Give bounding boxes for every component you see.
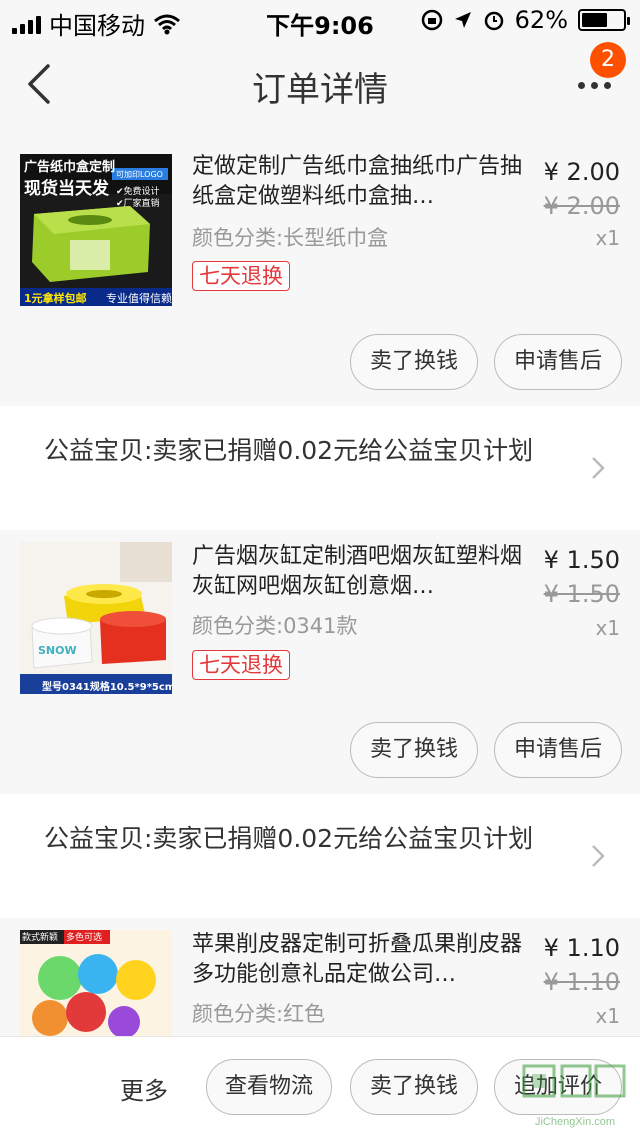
order-item[interactable]: 广告纸巾盒定制 现货当天发 可加印LOGO ✔免费设计 ✔厂家直销 1元拿样包邮…: [0, 128, 640, 406]
thumb-side3: ✔厂家直销: [116, 199, 160, 209]
thumb-tag2: 多色可选: [66, 933, 103, 943]
product-price: ¥ 1.50: [543, 546, 620, 574]
charity-text: 公益宝贝:卖家已捐赠0.02元给公益宝贝计划: [44, 436, 534, 465]
product-variant: 颜色分类:红色: [192, 1002, 326, 1026]
rotation-lock-icon: [421, 9, 442, 31]
product-title[interactable]: 定做定制广告纸巾盒抽纸巾广告抽纸盒定做塑料纸巾盒抽…: [192, 152, 522, 212]
watermark: JiChengXin.com: [520, 1058, 630, 1128]
original-price: ¥ 1.10: [543, 968, 620, 996]
thumb-bottom-right: 专业值得信赖: [106, 292, 172, 305]
more-link[interactable]: 更多: [120, 1071, 168, 1106]
product-price: ¥ 1.10: [543, 934, 620, 962]
battery-level: [582, 13, 607, 27]
watermark-text: JiChengXin.com: [534, 1116, 616, 1128]
sell-button[interactable]: 卖了换钱: [350, 1059, 478, 1115]
product-title[interactable]: 苹果削皮器定制可折叠瓜果削皮器多功能创意礼品定做公司…: [192, 930, 522, 990]
watermark-logo: [522, 1064, 626, 1098]
product-variant: 颜色分类:长型纸巾盒: [192, 226, 389, 250]
product-thumbnail[interactable]: 广告纸巾盒定制 现货当天发 可加印LOGO ✔免费设计 ✔厂家直销 1元拿样包邮…: [20, 154, 172, 306]
order-item[interactable]: SNOW 型号0341规格10.5*9*5cm 广告烟灰缸定制酒吧烟灰缸塑料烟灰…: [0, 530, 640, 794]
sell-button[interactable]: 卖了换钱: [350, 334, 478, 390]
ashtray-image: [20, 542, 172, 694]
quantity: x1: [595, 616, 620, 640]
nav-bar: 订单详情 2: [0, 40, 640, 128]
alarm-icon: [484, 11, 503, 31]
page-title: 订单详情: [252, 70, 388, 110]
after-sale-button[interactable]: 申请售后: [494, 722, 622, 778]
charity-text: 公益宝贝:卖家已捐赠0.02元给公益宝贝计划: [44, 824, 534, 853]
thumb-line1: 广告纸巾盒定制: [24, 160, 116, 175]
original-price: ¥ 1.50: [543, 580, 620, 608]
order-content: 广告纸巾盒定制 现货当天发 可加印LOGO ✔免费设计 ✔厂家直销 1元拿样包邮…: [0, 128, 640, 1036]
thumb-bottom-left: 1元拿样包邮: [24, 292, 87, 305]
return-policy-tag: 七天退换: [192, 650, 290, 680]
product-thumbnail[interactable]: 款式新颖 多色可选: [20, 930, 172, 1036]
order-item[interactable]: 款式新颖 多色可选 苹果削皮器定制可折叠瓜果削皮器多功能创意礼品定做公司… ¥ …: [0, 918, 640, 1036]
product-thumbnail[interactable]: SNOW 型号0341规格10.5*9*5cm: [20, 542, 172, 694]
thumb-tag1: 款式新颖: [22, 933, 59, 943]
thumb-spec: 型号0341规格10.5*9*5cm: [42, 682, 172, 693]
thumb-side1: 可加印LOGO: [116, 170, 163, 179]
status-bar: 中国移动 下午9:06 62%: [0, 0, 640, 40]
quantity: x1: [595, 1004, 620, 1028]
thumb-line2: 现货当天发: [24, 179, 109, 199]
status-right: 62%: [421, 6, 630, 34]
chevron-right-icon: [592, 845, 605, 867]
quantity: x1: [595, 226, 620, 250]
charity-notice[interactable]: 公益宝贝:卖家已捐赠0.02元给公益宝贝计划: [0, 794, 640, 918]
product-variant: 颜色分类:0341款: [192, 614, 358, 638]
chevron-right-icon: [592, 457, 605, 479]
product-title[interactable]: 广告烟灰缸定制酒吧烟灰缸塑料烟灰缸网吧烟灰缸创意烟…: [192, 542, 522, 602]
peeler-image: [20, 930, 172, 1036]
thumb-brand: SNOW: [38, 644, 77, 657]
battery-percent: 62%: [514, 6, 568, 34]
battery-icon: [578, 9, 630, 31]
product-price: ¥ 2.00: [543, 158, 620, 186]
original-price: ¥ 2.00: [543, 192, 620, 220]
return-policy-tag: 七天退换: [192, 261, 290, 291]
charity-notice[interactable]: 公益宝贝:卖家已捐赠0.02元给公益宝贝计划: [0, 406, 640, 530]
view-logistics-button[interactable]: 查看物流: [206, 1059, 332, 1115]
sell-button[interactable]: 卖了换钱: [350, 722, 478, 778]
notification-badge: 2: [590, 42, 626, 78]
after-sale-button[interactable]: 申请售后: [494, 334, 622, 390]
location-icon: [454, 12, 471, 28]
